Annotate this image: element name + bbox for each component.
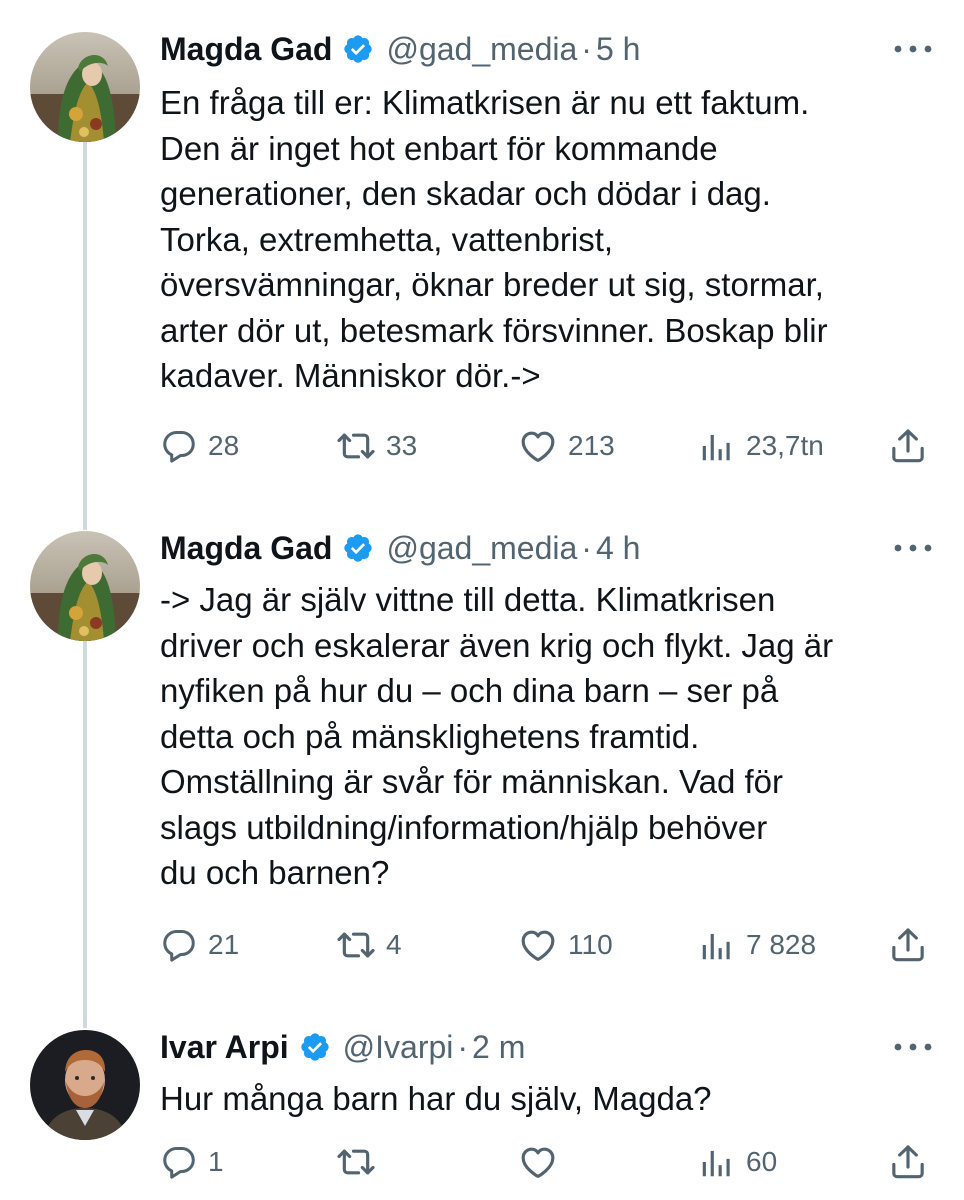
reply-button[interactable]: 21 [160,925,239,965]
action-bar: 28 33 213 23,7tn [160,426,940,466]
action-bar: 1 60 [160,1142,940,1182]
like-button[interactable] [518,1142,568,1182]
avatar[interactable] [30,32,140,142]
separator: · [457,1029,469,1065]
view-count: 60 [746,1146,778,1177]
like-button[interactable]: 213 [518,426,615,466]
avatar[interactable] [30,531,140,641]
tweet-text: -> Jag är själv vittne till detta. Klima… [160,581,834,891]
handle[interactable]: @gad_media [386,26,577,72]
retweet-button[interactable]: 33 [336,426,417,466]
views-icon [698,1143,736,1181]
reply-count: 1 [208,1146,224,1177]
share-button[interactable] [888,426,928,466]
retweet-icon [336,925,376,965]
display-name[interactable]: Magda Gad [160,525,332,571]
verified-badge-icon [342,532,374,564]
views-button[interactable]: 7 828 [698,925,816,965]
view-count: 23,7tn [746,430,824,461]
like-button[interactable]: 110 [518,925,613,965]
share-button[interactable] [888,1142,928,1182]
like-count: 110 [568,929,613,960]
retweet-count: 33 [386,430,418,461]
tweet-header: Magda Gad @gad_media · 4 h [160,525,640,571]
reply-count: 21 [208,929,240,960]
reply-count: 28 [208,430,240,461]
timestamp[interactable]: 2 m [472,1024,525,1070]
share-icon [888,925,928,965]
view-count: 7 828 [746,929,817,960]
verified-badge-icon [342,33,374,65]
avatar[interactable] [30,1030,140,1140]
tweet-text: En fråga till er: Klimatkrisen är nu ett… [160,84,828,394]
tweet[interactable]: Magda Gad @gad_media · 5 h En fråga till… [0,26,964,496]
reply-icon [160,427,198,465]
retweet-icon [336,426,376,466]
action-bar: 21 4 110 7 828 [160,925,940,965]
share-button[interactable] [888,925,928,965]
handle[interactable]: @Ivarpi [343,1024,454,1070]
tweet-text: Hur många barn har du själv, Magda? [160,1080,712,1117]
separator: · [581,530,592,566]
retweet-button[interactable] [336,1142,386,1182]
timestamp[interactable]: 4 h [596,525,640,571]
views-icon [698,427,736,465]
verified-badge-icon [299,1031,331,1063]
tweet-header: Magda Gad @gad_media · 5 h [160,26,640,72]
retweet-icon [336,1142,376,1182]
views-icon [698,926,736,964]
more-icon[interactable] [893,44,933,54]
separator: · [581,31,592,67]
like-count: 213 [568,430,615,461]
tweet-header: Ivar Arpi @Ivarpi · 2 m [160,1024,525,1070]
share-icon [888,1142,928,1182]
like-icon [518,1142,558,1182]
retweet-count: 4 [386,929,402,960]
tweet[interactable]: Ivar Arpi @Ivarpi · 2 m Hur många barn h… [0,1024,964,1200]
reply-icon [160,926,198,964]
share-icon [888,426,928,466]
retweet-button[interactable]: 4 [336,925,402,965]
reply-button[interactable]: 28 [160,426,239,466]
tweet[interactable]: Magda Gad @gad_media · 4 h -> Jag är sjä… [0,525,964,995]
display-name[interactable]: Magda Gad [160,26,332,72]
views-button[interactable]: 60 [698,1142,777,1182]
like-icon [518,925,558,965]
handle[interactable]: @gad_media [386,525,577,571]
display-name[interactable]: Ivar Arpi [160,1024,289,1070]
more-icon[interactable] [893,1042,933,1052]
views-button[interactable]: 23,7tn [698,426,824,466]
reply-button[interactable]: 1 [160,1142,224,1182]
timestamp[interactable]: 5 h [596,26,640,72]
like-icon [518,426,558,466]
reply-icon [160,1143,198,1181]
more-icon[interactable] [893,543,933,553]
